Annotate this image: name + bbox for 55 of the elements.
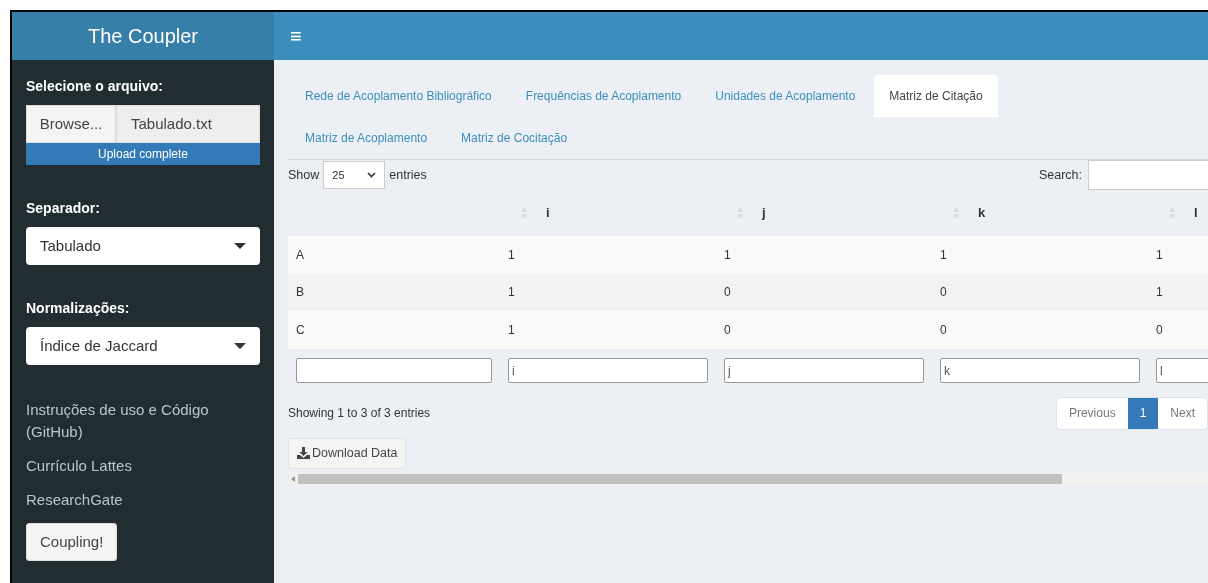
- select-label: Separador:: [26, 199, 101, 218]
- table-cell: 0: [1156, 322, 1163, 337]
- search-field[interactable]: [1088, 160, 1208, 190]
- filename-field[interactable]: Tabulado.txt: [116, 105, 260, 143]
- column-header[interactable]: j: [762, 203, 932, 223]
- table-info: Showing 1 to 3 of 3 entries: [288, 405, 431, 422]
- table-cell: 1: [940, 247, 947, 262]
- column-header[interactable]: k: [978, 203, 1148, 223]
- entries-label: entries: [389, 166, 427, 184]
- sidebar-link[interactable]: ResearchGate: [26, 489, 260, 511]
- column-filter-field[interactable]: [296, 358, 492, 383]
- app-title: The Coupler: [12, 12, 274, 60]
- select-label: Normalizações:: [26, 299, 131, 318]
- pagination-button[interactable]: Previous: [1056, 397, 1128, 429]
- table-cell: 1: [508, 322, 515, 337]
- table-cell: 0: [724, 285, 731, 300]
- column-filter-field[interactable]: j: [724, 358, 924, 384]
- caret-icon: [234, 343, 246, 349]
- column-header[interactable]: l: [1194, 203, 1208, 223]
- table-cell: 1: [1156, 285, 1163, 300]
- table-cell: 1: [508, 247, 515, 262]
- table-cell: 0: [940, 322, 947, 337]
- table-cell: 1: [508, 285, 515, 300]
- column-filter-field[interactable]: i: [508, 358, 708, 384]
- menu-button[interactable]: ≡: [290, 26, 302, 46]
- table-cell: 0: [724, 322, 731, 337]
- progress-text: Upload complete: [96, 146, 190, 163]
- coupling-button[interactable]: Coupling!: [26, 523, 118, 561]
- table-cell: A: [296, 247, 304, 262]
- dropdown[interactable]: Índice de Jaccard: [26, 327, 260, 365]
- sidebar-link[interactable]: Currículo Lattes: [26, 455, 260, 477]
- page-length-select[interactable]: 25: [323, 161, 386, 189]
- pagination-button[interactable]: Next: [1158, 397, 1207, 429]
- table-cell: 1: [724, 247, 731, 262]
- table-cell: 0: [940, 285, 947, 300]
- table-cell: 1: [1156, 247, 1163, 262]
- pagination-button[interactable]: 1: [1127, 397, 1159, 429]
- horizontal-scrollbar[interactable]: [288, 472, 1208, 485]
- sidebar-link[interactable]: Instruções de uso e Código (GitHub): [26, 399, 260, 443]
- table-cell: B: [296, 285, 304, 300]
- browse-button[interactable]: Browse...: [26, 105, 116, 143]
- dropdown[interactable]: Tabulado: [26, 227, 260, 265]
- search-label: Search:: [1038, 166, 1082, 184]
- column-filter-field[interactable]: l: [1156, 358, 1208, 384]
- chevron-icon: [367, 172, 377, 178]
- table-cell: C: [296, 322, 305, 337]
- download-icon: [297, 447, 310, 459]
- show-label: Show: [288, 166, 320, 184]
- tab[interactable]: Matriz de Citação: [874, 75, 998, 117]
- caret-icon: [234, 243, 246, 249]
- file-label: Selecione o arquivo:: [26, 77, 164, 96]
- download-button[interactable]: Download Data: [288, 437, 407, 469]
- column-filter-field[interactable]: k: [940, 358, 1140, 384]
- scrollbar-thumb[interactable]: [298, 473, 1062, 484]
- column-header[interactable]: i: [546, 203, 716, 223]
